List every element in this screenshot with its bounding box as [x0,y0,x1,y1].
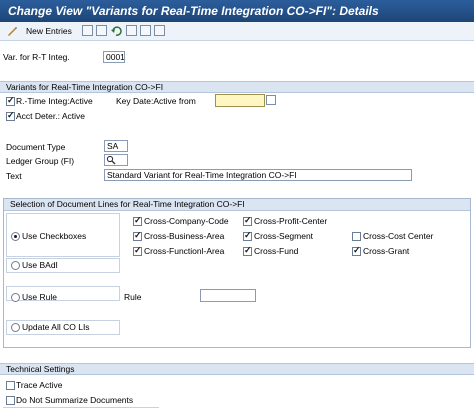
delete-icon[interactable] [96,25,107,36]
trace-active-label: Trace Active [16,380,63,390]
calendar-icon[interactable] [266,95,276,105]
cross-business-area-checkbox[interactable] [133,230,142,241]
document-type-label: Document Type [6,142,66,152]
use-rule-radio[interactable] [11,293,20,302]
cross-segment-checkbox[interactable] [243,230,252,241]
cross-profit-center-label: Cross-Profit-Center [254,216,328,226]
cross-grant-checkbox[interactable] [352,245,361,256]
document-type-field[interactable]: SA [104,140,128,152]
update-all-label: Update All CO LIs [22,322,90,332]
use-checkboxes-label: Use Checkboxes [22,231,87,241]
cross-functional-area-checkbox[interactable] [133,245,142,256]
text-label: Text [6,171,22,181]
use-checkboxes-radio[interactable] [11,232,20,241]
selection-group-header: Selection of Document Lines for Real-Tim… [4,199,470,211]
acct-deter-active-checkbox[interactable] [6,110,15,121]
new-entries-button[interactable]: New Entries [26,26,72,37]
use-badi-label: Use BAdI [22,260,58,270]
cross-segment-label: Cross-Segment [254,231,314,241]
cross-business-area-label: Cross-Business-Area [144,231,225,241]
rt-integ-active-label: R.-Time Integ:Active [16,96,93,106]
cross-company-code-label: Cross-Company-Code [144,216,229,226]
cross-cost-center-label: Cross-Cost Center [363,231,434,241]
select-all-icon[interactable] [126,25,137,36]
do-not-summarize-label: Do Not Summarize Documents [16,395,134,405]
rt-integ-active-checkbox[interactable] [6,95,15,106]
bottom-divider [3,407,159,408]
technical-section-title: Technical Settings [6,364,75,374]
copy-icon[interactable] [82,25,93,36]
trace-active-checkbox[interactable] [6,381,15,390]
variants-section-header: Variants for Real-Time Integration CO->F… [0,81,474,93]
key-date-field[interactable] [215,94,265,107]
cross-fund-checkbox[interactable] [243,245,252,256]
display-change-icon[interactable] [6,25,18,37]
title-bar: Change View "Variants for Real-Time Inte… [0,0,474,22]
var-rt-integ-field[interactable]: 0001 [103,51,125,63]
undo-icon[interactable] [110,25,122,37]
key-date-label: Key Date:Active from [116,96,196,106]
do-not-summarize-checkbox[interactable] [6,396,15,405]
update-all-radio[interactable] [11,323,20,332]
use-badi-radio[interactable] [11,261,20,270]
application-toolbar: New Entries [0,22,474,41]
selection-group-title: Selection of Document Lines for Real-Tim… [10,199,245,209]
search-help-icon[interactable] [106,155,116,165]
ledger-group-label: Ledger Group (FI) [6,156,75,166]
technical-section-header: Technical Settings [0,363,474,375]
cross-company-code-checkbox[interactable] [133,215,142,226]
text-field[interactable]: Standard Variant for Real-Time Integrati… [104,169,412,181]
use-rule-label: Use Rule [22,292,57,302]
window-title: Change View "Variants for Real-Time Inte… [8,4,379,18]
cross-cost-center-checkbox[interactable] [352,232,361,241]
cross-profit-center-checkbox[interactable] [243,215,252,226]
cross-fund-label: Cross-Fund [254,246,299,256]
var-rt-integ-label: Var. for R-T Integ. [3,52,70,62]
acct-deter-active-label: Acct Deter.: Active [16,111,85,121]
select-block-icon[interactable] [140,25,151,36]
rule-field[interactable] [200,289,256,302]
cross-grant-label: Cross-Grant [363,246,410,256]
deselect-all-icon[interactable] [154,25,165,36]
variants-section-title: Variants for Real-Time Integration CO->F… [6,82,164,92]
rule-label: Rule [124,292,142,302]
cross-functional-area-label: Cross-Functionl-Area [144,246,225,256]
